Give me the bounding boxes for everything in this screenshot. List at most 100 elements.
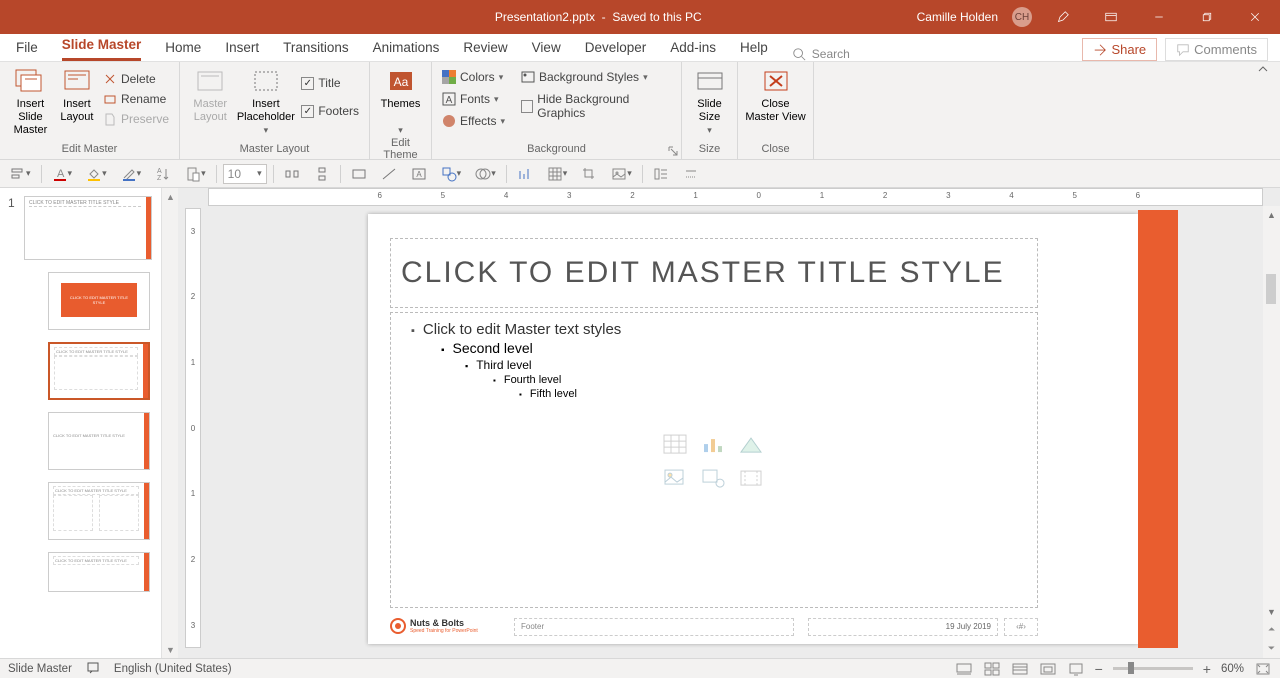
comments-button[interactable]: Comments bbox=[1165, 38, 1268, 61]
insert-placeholder-button[interactable]: Insert Placeholder▾ bbox=[236, 66, 295, 137]
close-button[interactable] bbox=[1238, 5, 1272, 29]
title-checkbox[interactable]: ✓Title bbox=[297, 74, 363, 92]
pictures-icon[interactable] bbox=[662, 468, 688, 488]
slideshow-view-icon[interactable] bbox=[1067, 661, 1085, 677]
prev-slide-button[interactable]: ⏶ bbox=[1263, 620, 1280, 639]
scroll-up-icon[interactable]: ▲ bbox=[162, 188, 179, 205]
insert-slide-master-button[interactable]: Insert Slide Master bbox=[6, 66, 55, 137]
zoom-slider[interactable] bbox=[1113, 667, 1193, 670]
outline-color-button[interactable]: ▾ bbox=[117, 164, 146, 184]
content-icons[interactable] bbox=[662, 434, 766, 488]
content-placeholder[interactable]: Click to edit Master text styles Second … bbox=[390, 312, 1038, 608]
footer-placeholder[interactable]: Footer bbox=[514, 618, 794, 636]
tab-view[interactable]: View bbox=[532, 34, 561, 61]
sorter-view-icon[interactable] bbox=[1011, 661, 1029, 677]
crop-button[interactable] bbox=[577, 164, 601, 184]
picture-button[interactable]: ▾ bbox=[607, 164, 636, 184]
slide-size-button[interactable]: Slide Size▾ bbox=[688, 66, 731, 137]
zoom-in-button[interactable]: + bbox=[1203, 661, 1211, 677]
textbox-button[interactable]: A bbox=[407, 164, 431, 184]
tab-file[interactable]: File bbox=[16, 34, 38, 61]
fill-color-button[interactable]: ▾ bbox=[82, 164, 111, 184]
notes-view-icon[interactable] bbox=[955, 661, 973, 677]
title-placeholder[interactable]: CLICK TO EDIT MASTER TITLE STYLE bbox=[390, 238, 1038, 308]
thumbnail-scrollbar[interactable]: ▲ ▼ bbox=[161, 188, 178, 658]
online-pictures-icon[interactable] bbox=[700, 468, 726, 488]
scroll-down-icon[interactable]: ▼ bbox=[162, 641, 179, 658]
ribbon-display-icon[interactable] bbox=[1094, 5, 1128, 29]
minimize-button[interactable] bbox=[1142, 5, 1176, 29]
footers-checkbox[interactable]: ✓Footers bbox=[297, 102, 363, 120]
tab-home[interactable]: Home bbox=[165, 34, 201, 61]
background-styles-button[interactable]: Background Styles ▾ bbox=[517, 68, 675, 86]
shape-line-button[interactable] bbox=[377, 164, 401, 184]
fonts-button[interactable]: AFonts ▾ bbox=[438, 90, 509, 108]
tab-developer[interactable]: Developer bbox=[585, 34, 647, 61]
shape-menu-button[interactable]: ▾ bbox=[437, 164, 466, 184]
clipboard-button[interactable]: ▾ bbox=[181, 164, 210, 184]
zoom-out-button[interactable]: − bbox=[1095, 661, 1103, 677]
reading-view-icon[interactable] bbox=[1039, 661, 1057, 677]
selection-pane-button[interactable] bbox=[649, 164, 673, 184]
thumbnail-master[interactable]: CLICK TO EDIT MASTER TITLE STYLE bbox=[24, 196, 152, 260]
chart-icon[interactable] bbox=[700, 434, 726, 454]
scroll-down-icon[interactable]: ▼ bbox=[1263, 603, 1280, 620]
search-box[interactable]: Search bbox=[792, 47, 850, 61]
sort-az-button[interactable]: AZ bbox=[151, 164, 175, 184]
zoom-level[interactable]: 60% bbox=[1221, 663, 1244, 675]
insert-layout-button[interactable]: Insert Layout bbox=[57, 66, 97, 124]
close-master-view-button[interactable]: Close Master View bbox=[744, 66, 807, 124]
scroll-thumb[interactable] bbox=[1266, 274, 1276, 304]
align-left-button[interactable]: ▾ bbox=[6, 164, 35, 184]
thumbnail-layout[interactable]: CLICK TO EDIT MASTER TITLESTYLE bbox=[48, 272, 150, 330]
share-button[interactable]: Share bbox=[1082, 38, 1157, 61]
tab-slide-master[interactable]: Slide Master bbox=[62, 31, 142, 61]
tab-animations[interactable]: Animations bbox=[373, 34, 440, 61]
thumbnail-layout[interactable]: CLICK TO EDIT MASTER TITLE STYLE bbox=[48, 412, 150, 470]
scroll-up-icon[interactable]: ▲ bbox=[1263, 206, 1280, 223]
table-icon[interactable] bbox=[662, 434, 688, 454]
chart-button[interactable] bbox=[513, 164, 537, 184]
fit-to-window-button[interactable] bbox=[1254, 661, 1272, 677]
table-button[interactable]: ▾ bbox=[543, 164, 572, 184]
collapse-ribbon-button[interactable] bbox=[1256, 62, 1280, 159]
distribute-h-button[interactable] bbox=[280, 164, 304, 184]
overflow-button[interactable] bbox=[679, 164, 703, 184]
user-avatar[interactable]: CH bbox=[1012, 7, 1032, 27]
vertical-scrollbar[interactable]: ▲ ▼ ⏶ ⏷ bbox=[1263, 206, 1280, 658]
hide-background-checkbox[interactable]: Hide Background Graphics bbox=[517, 90, 675, 122]
slide-canvas[interactable]: CLICK TO EDIT MASTER TITLE STYLE Click t… bbox=[368, 214, 1138, 644]
font-color-button[interactable]: A▾ bbox=[48, 164, 77, 184]
status-language[interactable]: English (United States) bbox=[114, 663, 232, 675]
shape-rect-button[interactable] bbox=[347, 164, 371, 184]
video-icon[interactable] bbox=[738, 468, 764, 488]
thumbnail-layout[interactable]: CLICK TO EDIT MASTER TITLE STYLE bbox=[48, 482, 150, 540]
tab-help[interactable]: Help bbox=[740, 34, 768, 61]
merge-shapes-button[interactable]: ▾ bbox=[471, 164, 500, 184]
distribute-v-button[interactable] bbox=[310, 164, 334, 184]
rename-button[interactable]: Rename bbox=[99, 90, 173, 108]
tab-review[interactable]: Review bbox=[463, 34, 507, 61]
window-title: Presentation2.pptx - Saved to this PC bbox=[280, 10, 917, 24]
smartart-icon[interactable] bbox=[738, 434, 764, 454]
dialog-launcher-icon[interactable] bbox=[668, 146, 678, 156]
colors-button[interactable]: Colors ▾ bbox=[438, 68, 509, 86]
group-label: Size bbox=[688, 143, 731, 157]
effects-button[interactable]: Effects ▾ bbox=[438, 112, 509, 130]
font-size-input[interactable]: 10▾ bbox=[223, 164, 267, 184]
tab-transitions[interactable]: Transitions bbox=[283, 34, 349, 61]
thumbnail-layout-selected[interactable]: CLICK TO EDIT MASTER TITLE STYLE bbox=[48, 342, 150, 400]
next-slide-button[interactable]: ⏷ bbox=[1263, 639, 1280, 658]
themes-button[interactable]: Aa Themes▾ bbox=[376, 66, 425, 137]
restore-button[interactable] bbox=[1190, 5, 1224, 29]
tab-insert[interactable]: Insert bbox=[225, 34, 259, 61]
thumbnail-layout[interactable]: CLICK TO EDIT MASTER TITLE STYLE bbox=[48, 552, 150, 592]
normal-view-icon[interactable] bbox=[983, 661, 1001, 677]
spell-check-icon[interactable] bbox=[86, 660, 100, 677]
statusbar: Slide Master English (United States) − +… bbox=[0, 658, 1280, 678]
tab-addins[interactable]: Add-ins bbox=[670, 34, 716, 61]
date-placeholder[interactable]: 19 July 2019 bbox=[808, 618, 998, 636]
slide-number-placeholder[interactable]: ‹#› bbox=[1004, 618, 1038, 636]
pen-icon[interactable] bbox=[1046, 5, 1080, 29]
delete-button[interactable]: Delete bbox=[99, 70, 173, 88]
